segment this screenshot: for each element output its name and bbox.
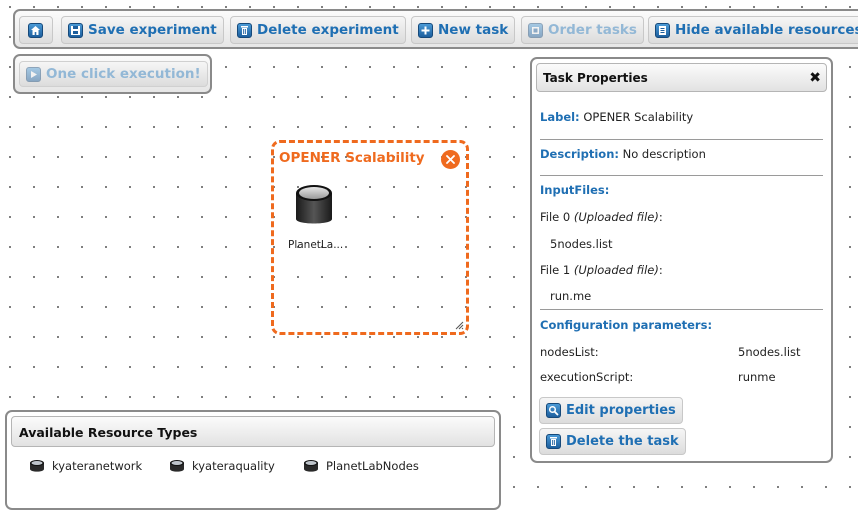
hide-resources-button[interactable]: Hide available resources: [648, 16, 858, 44]
hide-resources-label: Hide available resources: [675, 22, 858, 38]
main-toolbar: Save experiment Delete experiment New ta…: [13, 9, 858, 49]
one-click-execution-label: One click execution!: [46, 66, 201, 82]
file-suffix: :: [658, 210, 663, 224]
file-row: File 0 (Uploaded file):: [540, 210, 663, 224]
resource-item[interactable]: kyateraquality: [169, 459, 275, 473]
resource-item[interactable]: kyateranetwork: [29, 459, 142, 473]
task-properties-panel: Task Properties ✖ Label: OPENER Scalabil…: [530, 57, 833, 463]
param-value: 5nodes.list: [738, 345, 801, 359]
database-icon: [170, 460, 184, 472]
label-value: OPENER Scalability: [583, 110, 694, 124]
task-title[interactable]: OPENER Scalability: [279, 150, 425, 166]
available-resources-panel: Available Resource Types kyateranetwork …: [5, 410, 501, 510]
available-resources-header: Available Resource Types: [11, 416, 495, 447]
search-icon: [546, 403, 561, 418]
delete-experiment-label: Delete experiment: [257, 22, 399, 38]
file-suffix: :: [658, 263, 663, 277]
param-key: executionScript:: [540, 370, 634, 384]
label-key: Label:: [540, 110, 580, 124]
file-type: (Uploaded file): [573, 210, 659, 224]
save-experiment-label: Save experiment: [88, 22, 217, 38]
database-icon: [304, 460, 318, 472]
available-resources-title: Available Resource Types: [19, 425, 198, 440]
database-icon[interactable]: [294, 183, 334, 229]
task-properties-title: Task Properties: [543, 71, 648, 85]
order-tasks-label: Order tasks: [548, 22, 637, 38]
file-row: File 1 (Uploaded file):: [540, 263, 663, 277]
divider: [540, 309, 823, 310]
resource-label: PlanetLabNodes: [326, 459, 419, 473]
resource-label: kyateraquality: [192, 459, 275, 473]
file-name: File 0: [540, 210, 571, 224]
description-row: Description: No description: [540, 147, 706, 161]
resize-icon[interactable]: [455, 321, 464, 330]
config-heading: Configuration parameters:: [540, 318, 713, 332]
node-label: PlanetLa...: [288, 239, 344, 251]
param-value: runme: [738, 370, 776, 384]
plus-icon: [418, 22, 433, 38]
file-value[interactable]: run.me: [550, 289, 591, 303]
one-click-execution-button[interactable]: One click execution!: [19, 61, 208, 87]
trash-icon: [237, 22, 252, 38]
description-key: Description:: [540, 147, 619, 161]
divider: [540, 139, 823, 140]
play-icon: [26, 66, 41, 82]
new-task-label: New task: [438, 22, 509, 38]
close-icon[interactable]: ✖: [809, 70, 821, 86]
delete-experiment-button[interactable]: Delete experiment: [230, 16, 406, 44]
delete-task-button[interactable]: Delete the task: [539, 428, 686, 455]
home-button[interactable]: [19, 16, 53, 44]
label-row: Label: OPENER Scalability: [540, 110, 693, 124]
floppy-icon: [68, 22, 83, 38]
divider: [540, 175, 823, 176]
database-icon: [30, 460, 44, 472]
task-properties-header: Task Properties ✖: [536, 63, 827, 92]
close-icon[interactable]: [441, 150, 460, 169]
one-click-bar: One click execution!: [13, 54, 212, 94]
input-files-heading: InputFiles:: [540, 183, 610, 197]
resource-label: kyateranetwork: [52, 459, 143, 473]
file-type: (Uploaded file): [573, 263, 659, 277]
file-name: File 1: [540, 263, 571, 277]
description-value: No description: [622, 147, 706, 161]
order-tasks-button[interactable]: Order tasks: [521, 16, 644, 44]
file-value[interactable]: 5nodes.list: [550, 237, 613, 251]
hide-icon: [655, 22, 670, 38]
delete-task-label: Delete the task: [566, 434, 679, 449]
new-task-button[interactable]: New task: [411, 16, 516, 44]
edit-properties-button[interactable]: Edit properties: [539, 397, 683, 424]
edit-properties-label: Edit properties: [566, 403, 676, 418]
home-icon: [28, 22, 43, 38]
param-key: nodesList:: [540, 345, 599, 359]
resource-item[interactable]: PlanetLabNodes: [303, 459, 419, 473]
save-experiment-button[interactable]: Save experiment: [61, 16, 224, 44]
trash-icon: [546, 434, 561, 449]
experiment-task-box[interactable]: OPENER Scalability PlanetLa...: [271, 140, 469, 335]
order-icon: [528, 22, 543, 38]
